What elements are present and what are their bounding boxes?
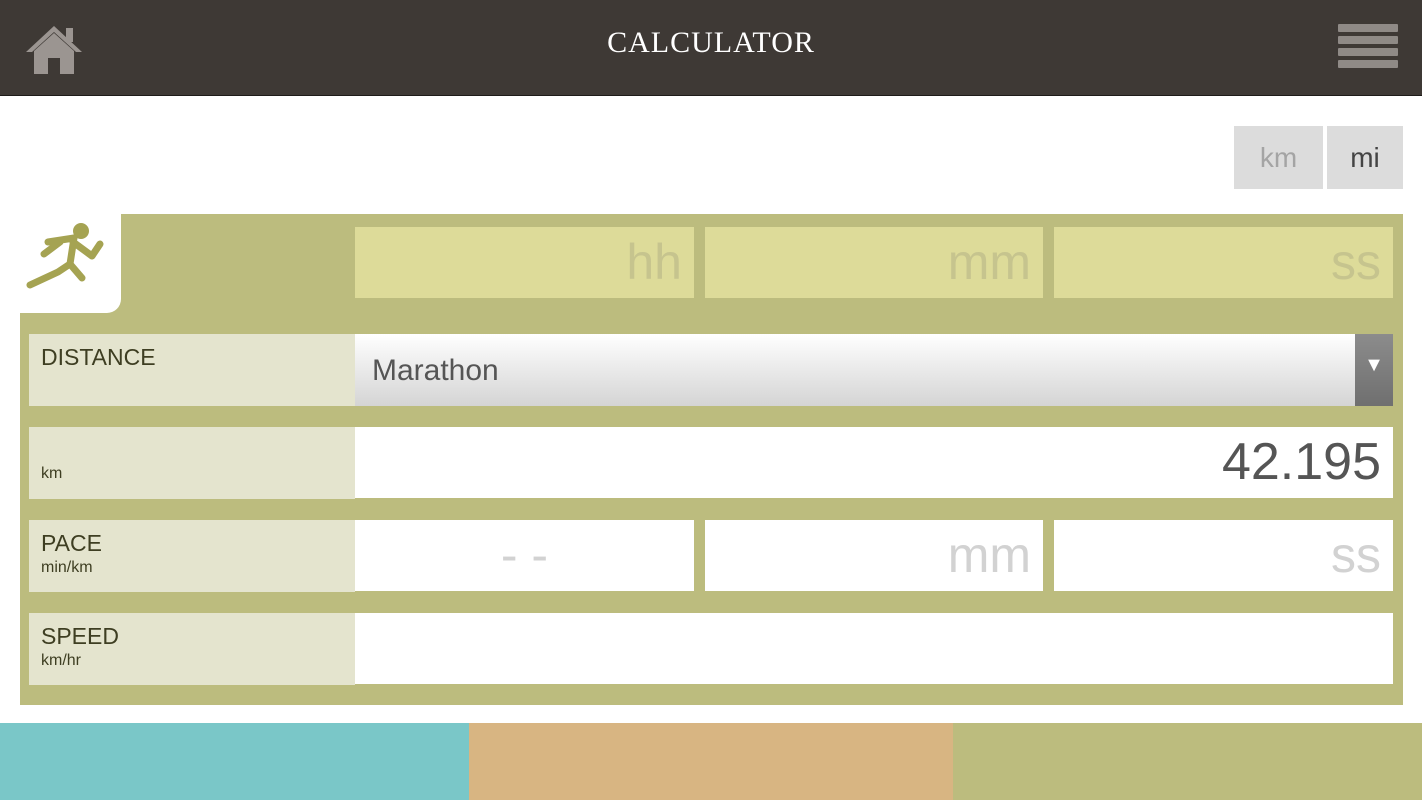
page-title: CALCULATOR xyxy=(607,26,815,59)
pace-label-cell: PACE min/km xyxy=(29,520,355,592)
calculator-panel: hh mm ss DISTANCE Marathon ▼ km 42.195 P… xyxy=(20,214,1403,705)
distance-unit-cell: km xyxy=(29,427,355,499)
bottom-tab-3[interactable] xyxy=(953,723,1422,800)
speed-value-field[interactable] xyxy=(355,613,1393,684)
distance-selected-value: Marathon xyxy=(372,354,499,387)
pace-label: PACE xyxy=(41,530,102,556)
bottom-tab-1[interactable] xyxy=(0,723,469,800)
pace-hh-field[interactable]: - - xyxy=(355,520,694,591)
speed-label-cell: SPEED km/hr xyxy=(29,613,355,685)
speed-label: SPEED xyxy=(41,623,119,649)
distance-label: DISTANCE xyxy=(41,344,156,370)
time-mm-field[interactable]: mm xyxy=(705,227,1043,298)
top-bar: CALCULATOR xyxy=(0,0,1422,96)
pace-ss-field[interactable]: ss xyxy=(1054,520,1393,591)
menu-button[interactable] xyxy=(1338,24,1398,76)
distance-label-cell: DISTANCE xyxy=(29,334,355,406)
unit-mi-button[interactable]: mi xyxy=(1327,126,1403,189)
unit-km-button[interactable]: km xyxy=(1234,126,1323,189)
bottom-tab-2[interactable] xyxy=(469,723,953,800)
runner-tab xyxy=(20,214,121,313)
time-hh-field[interactable]: hh xyxy=(355,227,694,298)
hamburger-menu-icon xyxy=(1338,24,1398,32)
time-ss-field[interactable]: ss xyxy=(1054,227,1393,298)
pace-unit-label: min/km xyxy=(41,559,93,576)
distance-value-field[interactable]: 42.195 xyxy=(355,427,1393,498)
speed-unit-label: km/hr xyxy=(41,652,81,669)
distance-select[interactable]: Marathon ▼ xyxy=(355,334,1393,406)
runner-icon xyxy=(26,223,104,289)
pace-mm-field[interactable]: mm xyxy=(705,520,1043,591)
dropdown-arrow-icon: ▼ xyxy=(1355,334,1393,406)
distance-unit-label: km xyxy=(41,465,63,482)
